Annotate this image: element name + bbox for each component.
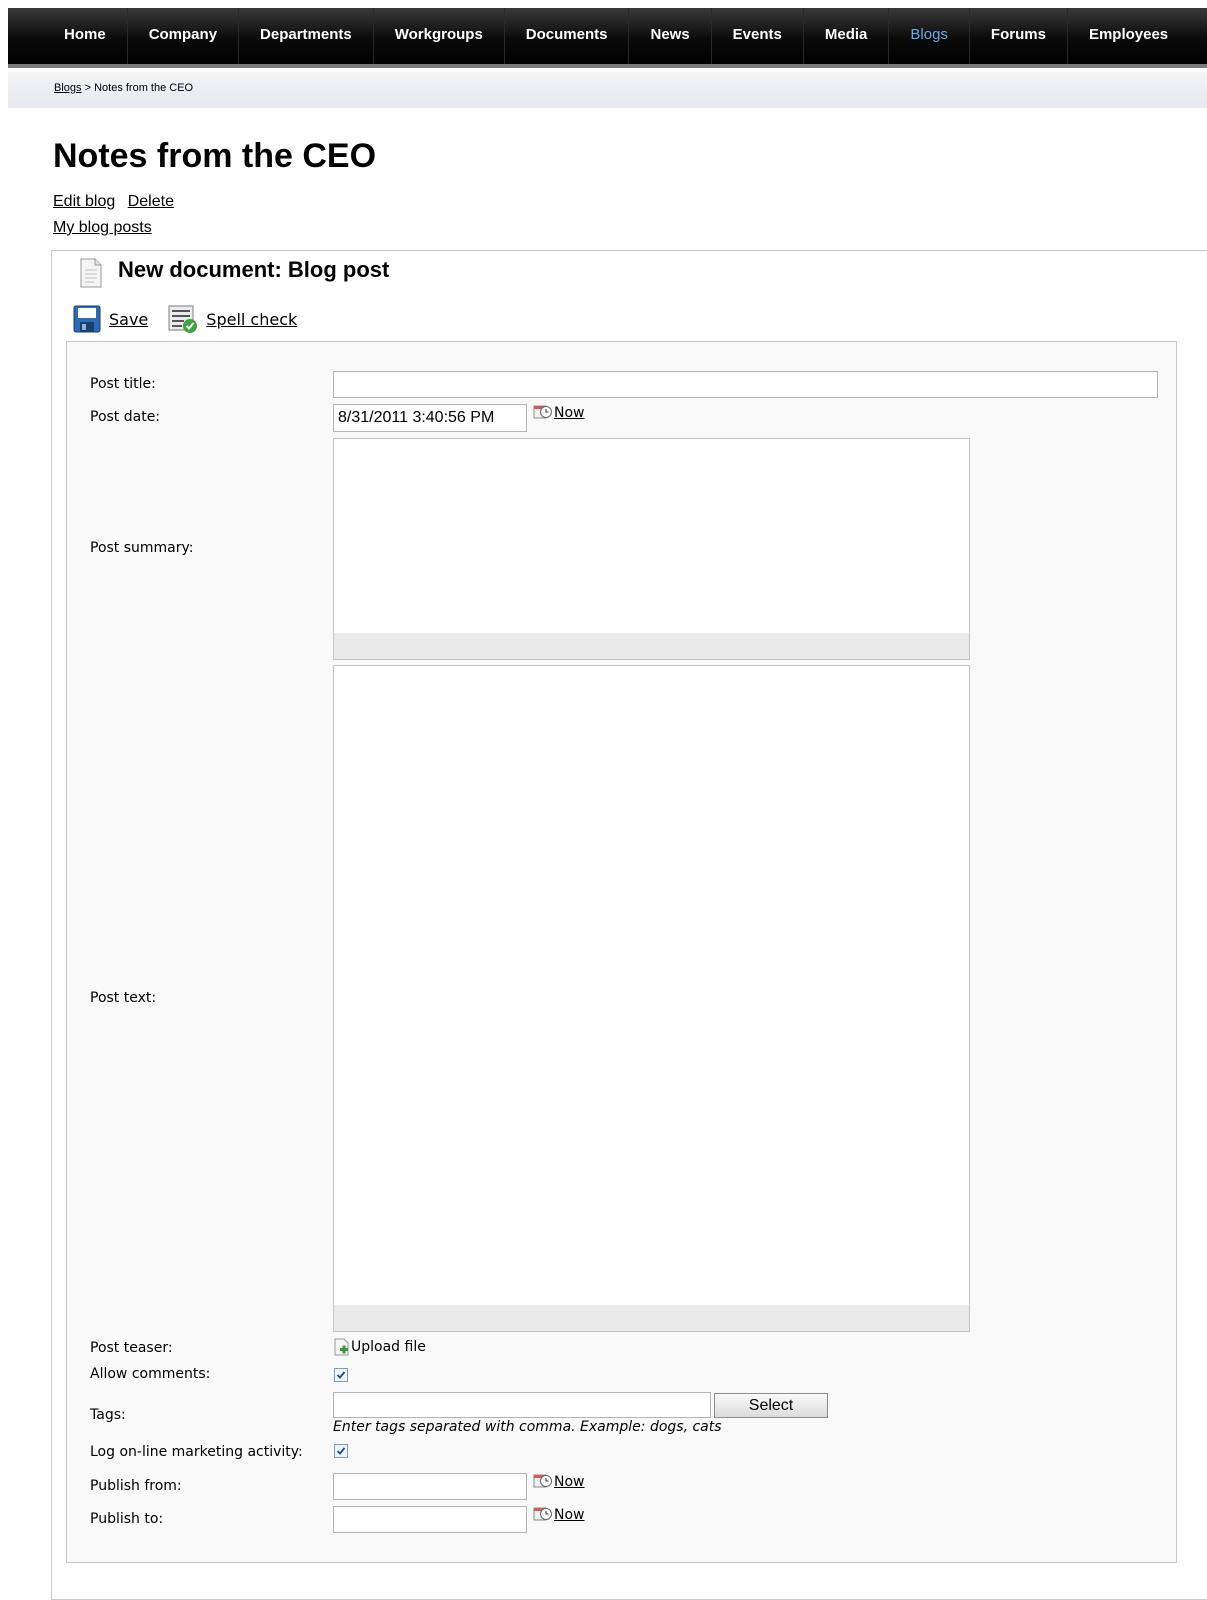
spell-check-icon bbox=[168, 305, 198, 333]
upload-file-icon bbox=[334, 1338, 349, 1356]
calendar-clock-icon bbox=[533, 405, 552, 419]
post-text-editor-statusbar bbox=[334, 1305, 969, 1331]
log-activity-checkbox[interactable] bbox=[334, 1444, 348, 1458]
page-title: Notes from the CEO bbox=[53, 137, 377, 175]
publish-from-input[interactable] bbox=[333, 1473, 527, 1500]
post-date-now-link[interactable]: Now bbox=[554, 405, 585, 421]
checkmark-icon bbox=[336, 1371, 346, 1379]
nav-item-departments[interactable]: Departments bbox=[239, 8, 374, 64]
publish-from-now[interactable]: Now bbox=[533, 1472, 585, 1490]
nav-item-home[interactable]: Home bbox=[43, 8, 128, 64]
post-summary-editor-statusbar bbox=[334, 633, 969, 659]
breadcrumb-current: Notes from the CEO bbox=[94, 82, 194, 94]
tags-hint: Enter tags separated with comma. Example… bbox=[333, 1419, 722, 1435]
delete-link[interactable]: Delete bbox=[128, 193, 174, 210]
my-posts-links: My blog posts bbox=[53, 219, 152, 237]
document-icon bbox=[80, 258, 102, 292]
top-navigation: Home Company Departments Workgroups Docu… bbox=[8, 8, 1207, 68]
nav-item-events[interactable]: Events bbox=[712, 8, 804, 64]
document-title: New document: Blog post bbox=[118, 257, 390, 282]
save-label[interactable]: Save bbox=[109, 310, 148, 329]
publish-to-now[interactable]: Now bbox=[533, 1505, 585, 1523]
nav-item-documents[interactable]: Documents bbox=[505, 8, 630, 64]
post-date-label: Post date: bbox=[90, 409, 161, 425]
post-teaser-label: Post teaser: bbox=[90, 1340, 173, 1356]
checkmark-icon bbox=[336, 1447, 346, 1455]
post-title-label: Post title: bbox=[90, 376, 156, 392]
save-button[interactable]: Save bbox=[73, 305, 148, 333]
nav-item-news[interactable]: News bbox=[629, 8, 712, 64]
nav-item-employees[interactable]: Employees bbox=[1068, 8, 1189, 64]
tags-input[interactable] bbox=[333, 1392, 711, 1418]
nav-item-forums[interactable]: Forums bbox=[970, 8, 1068, 64]
my-blog-posts-link[interactable]: My blog posts bbox=[53, 219, 152, 236]
publish-to-label: Publish to: bbox=[90, 1511, 164, 1527]
document-toolbar: Save Spell check bbox=[73, 304, 317, 334]
save-icon bbox=[73, 305, 101, 333]
blog-actions: Edit blog Delete bbox=[53, 193, 182, 211]
spell-check-button[interactable]: Spell check bbox=[168, 304, 297, 334]
nav-item-company[interactable]: Company bbox=[128, 8, 240, 64]
edit-blog-link[interactable]: Edit blog bbox=[53, 193, 115, 210]
breadcrumb: Blogs > Notes from the CEO bbox=[8, 72, 1207, 108]
nav-item-media[interactable]: Media bbox=[804, 8, 890, 64]
publish-to-now-link[interactable]: Now bbox=[554, 1507, 585, 1523]
calendar-clock-icon bbox=[533, 1474, 552, 1488]
allow-comments-label: Allow comments: bbox=[90, 1366, 211, 1382]
breadcrumb-link-blogs[interactable]: Blogs bbox=[54, 82, 82, 94]
nav-item-workgroups[interactable]: Workgroups bbox=[374, 8, 505, 64]
publish-from-now-link[interactable]: Now bbox=[554, 1474, 585, 1490]
log-activity-label: Log on-line marketing activity: bbox=[90, 1444, 303, 1460]
post-summary-label: Post summary: bbox=[90, 540, 194, 556]
post-title-input[interactable] bbox=[333, 371, 1158, 398]
publish-to-input[interactable] bbox=[333, 1506, 527, 1533]
nav-item-blogs[interactable]: Blogs bbox=[889, 8, 970, 64]
upload-file-button[interactable]: Upload file bbox=[333, 1338, 426, 1356]
post-summary-editor[interactable] bbox=[333, 438, 970, 660]
publish-from-label: Publish from: bbox=[90, 1478, 182, 1494]
tags-select-button[interactable]: Select bbox=[714, 1393, 828, 1418]
post-date-now[interactable]: Now bbox=[533, 403, 585, 421]
post-text-editor[interactable] bbox=[333, 665, 970, 1332]
upload-file-label[interactable]: Upload file bbox=[351, 1339, 426, 1355]
breadcrumb-separator: > bbox=[81, 82, 95, 94]
allow-comments-checkbox[interactable] bbox=[334, 1368, 348, 1382]
calendar-clock-icon bbox=[533, 1507, 552, 1521]
post-date-input[interactable] bbox=[333, 404, 527, 432]
spell-check-label[interactable]: Spell check bbox=[206, 310, 297, 329]
post-text-label: Post text: bbox=[90, 990, 157, 1006]
tags-label: Tags: bbox=[90, 1407, 126, 1423]
